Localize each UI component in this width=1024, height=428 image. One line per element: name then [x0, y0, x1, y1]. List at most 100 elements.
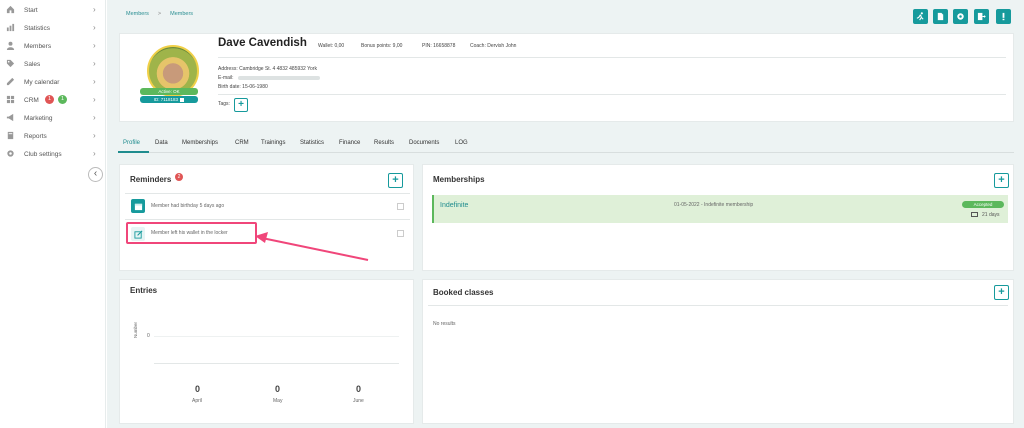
sidebar-item-members[interactable]: Members ›: [0, 37, 106, 55]
tab-crm[interactable]: CRM: [235, 140, 249, 146]
reminder-text: Member had birthday 5 days ago: [151, 203, 225, 209]
entries-month-label: May: [273, 398, 283, 404]
book-icon: [6, 131, 15, 140]
tab-statistics[interactable]: Statistics: [300, 140, 324, 146]
membership-dates: 01-05-2022 - Indefinite membership: [674, 202, 754, 208]
birth-date: Birth date: 15-06-1980: [218, 84, 268, 90]
entries-month-label: June: [353, 398, 364, 404]
entries-month-label: April: [192, 398, 203, 404]
entries-value: 0: [275, 384, 281, 394]
checkout-button[interactable]: [974, 9, 989, 24]
bar-chart-icon: [6, 23, 15, 32]
reminders-title: Reminders: [130, 175, 172, 184]
address-line: Address: Cambridge St. 4 4832 485932 Yor…: [218, 66, 317, 72]
gear-icon: [6, 149, 15, 158]
tab-log[interactable]: LOG: [455, 140, 468, 146]
member-name: Dave Cavendish: [218, 37, 307, 49]
tab-documents[interactable]: Documents: [409, 140, 439, 146]
divider: [218, 57, 1006, 58]
tab-profile[interactable]: Profile: [123, 140, 140, 146]
membership-row[interactable]: [432, 195, 1008, 223]
app-window: Start › Statistics › Members › Sales › M…: [0, 0, 1024, 428]
active-tab-indicator: [118, 151, 149, 153]
member-id: ID: 7118183: [153, 97, 178, 102]
sidebar-item-reports[interactable]: Reports ›: [0, 127, 106, 145]
home-icon: [6, 5, 15, 14]
add-booking-button[interactable]: +: [994, 285, 1009, 300]
settings-button[interactable]: [953, 9, 968, 24]
tab-results[interactable]: Results: [374, 140, 394, 146]
membership-status-badge: Accepted: [962, 201, 1004, 208]
running-icon: [916, 12, 924, 21]
entries-y-tick: 0: [147, 333, 150, 339]
chevron-right-icon: ›: [93, 41, 96, 50]
sidebar-item-label: Club settings: [24, 150, 62, 158]
activity-button[interactable]: [913, 9, 928, 24]
document-icon: [937, 12, 944, 21]
megaphone-icon: [6, 113, 15, 122]
barcode-icon: [180, 97, 185, 102]
booked-classes-title: Booked classes: [433, 288, 494, 297]
pen-icon: [6, 77, 15, 86]
tab-finance[interactable]: Finance: [339, 140, 360, 146]
user-icon: [6, 41, 15, 50]
sidebar-item-label: Marketing: [24, 114, 53, 122]
sidebar-item-statistics[interactable]: Statistics ›: [0, 19, 106, 37]
pin-value: PIN: 16658878: [422, 43, 456, 49]
chart-axis: [154, 363, 399, 364]
tab-trainings[interactable]: Trainings: [261, 140, 285, 146]
memberships-title: Memberships: [433, 175, 485, 184]
sidebar-item-label: Statistics: [24, 24, 51, 32]
wallet-value: Wallet: 0,00: [318, 43, 345, 49]
alert-button[interactable]: [996, 9, 1011, 24]
chevron-right-icon: ›: [93, 23, 96, 32]
reminder-checkbox[interactable]: [397, 230, 404, 237]
profile-tabs: Profile Data Memberships CRM Trainings S…: [118, 137, 1014, 153]
document-button[interactable]: [933, 9, 948, 24]
tab-memberships[interactable]: Memberships: [182, 140, 218, 146]
tab-data[interactable]: Data: [155, 140, 168, 146]
divider: [125, 193, 410, 194]
sidebar-item-sales[interactable]: Sales ›: [0, 55, 106, 73]
crm-green-badge: 1: [58, 95, 67, 104]
entries-value: 0: [195, 384, 201, 394]
add-membership-button[interactable]: +: [994, 173, 1009, 188]
exclamation-icon: [1002, 12, 1005, 21]
empty-results-text: No results: [433, 321, 456, 327]
collapse-sidebar-button[interactable]: ‹: [88, 167, 103, 182]
chart-gridline: [154, 336, 399, 337]
reminder-checkbox[interactable]: [397, 203, 404, 210]
reminders-count-badge: 2: [175, 173, 183, 181]
calendar-icon: [131, 199, 145, 213]
chevron-right-icon: ›: [93, 149, 96, 158]
member-id-badge: ID: 7118183: [140, 96, 198, 103]
chevron-right-icon: ›: [93, 77, 96, 86]
chevron-left-icon: ‹: [93, 168, 98, 179]
sidebar-item-crm[interactable]: CRM 1 1 ›: [0, 91, 106, 109]
add-tag-button[interactable]: +: [234, 98, 248, 112]
divider: [125, 219, 410, 220]
membership-name[interactable]: Indefinite: [440, 202, 468, 209]
sidebar-item-start[interactable]: Start ›: [0, 1, 106, 19]
booked-classes-card: [422, 279, 1014, 424]
sidebar-item-label: Reports: [24, 132, 47, 140]
sidebar-item-club-settings[interactable]: Club settings ›: [0, 145, 106, 163]
email-label: E-mail:: [218, 75, 234, 81]
tag-icon: [6, 59, 15, 68]
breadcrumb-link[interactable]: Members: [170, 11, 193, 17]
gear-icon: [957, 13, 964, 20]
annotation-arrow: [255, 232, 369, 261]
chevron-right-icon: ›: [93, 131, 96, 140]
breadcrumb: Members > Members: [126, 11, 193, 17]
sidebar-item-label: Start: [24, 6, 38, 14]
sidebar-item-marketing[interactable]: Marketing ›: [0, 109, 106, 127]
sidebar-item-my-calendar[interactable]: My calendar ›: [0, 73, 106, 91]
breadcrumb-link[interactable]: Members: [126, 11, 149, 17]
status-badge: Active: OK: [140, 88, 198, 95]
chevron-right-icon: ›: [93, 95, 96, 104]
breadcrumb-separator: >: [157, 11, 162, 17]
add-reminder-button[interactable]: +: [388, 173, 403, 188]
entries-value: 0: [356, 384, 362, 394]
chevron-right-icon: ›: [93, 59, 96, 68]
chevron-right-icon: ›: [93, 113, 96, 122]
